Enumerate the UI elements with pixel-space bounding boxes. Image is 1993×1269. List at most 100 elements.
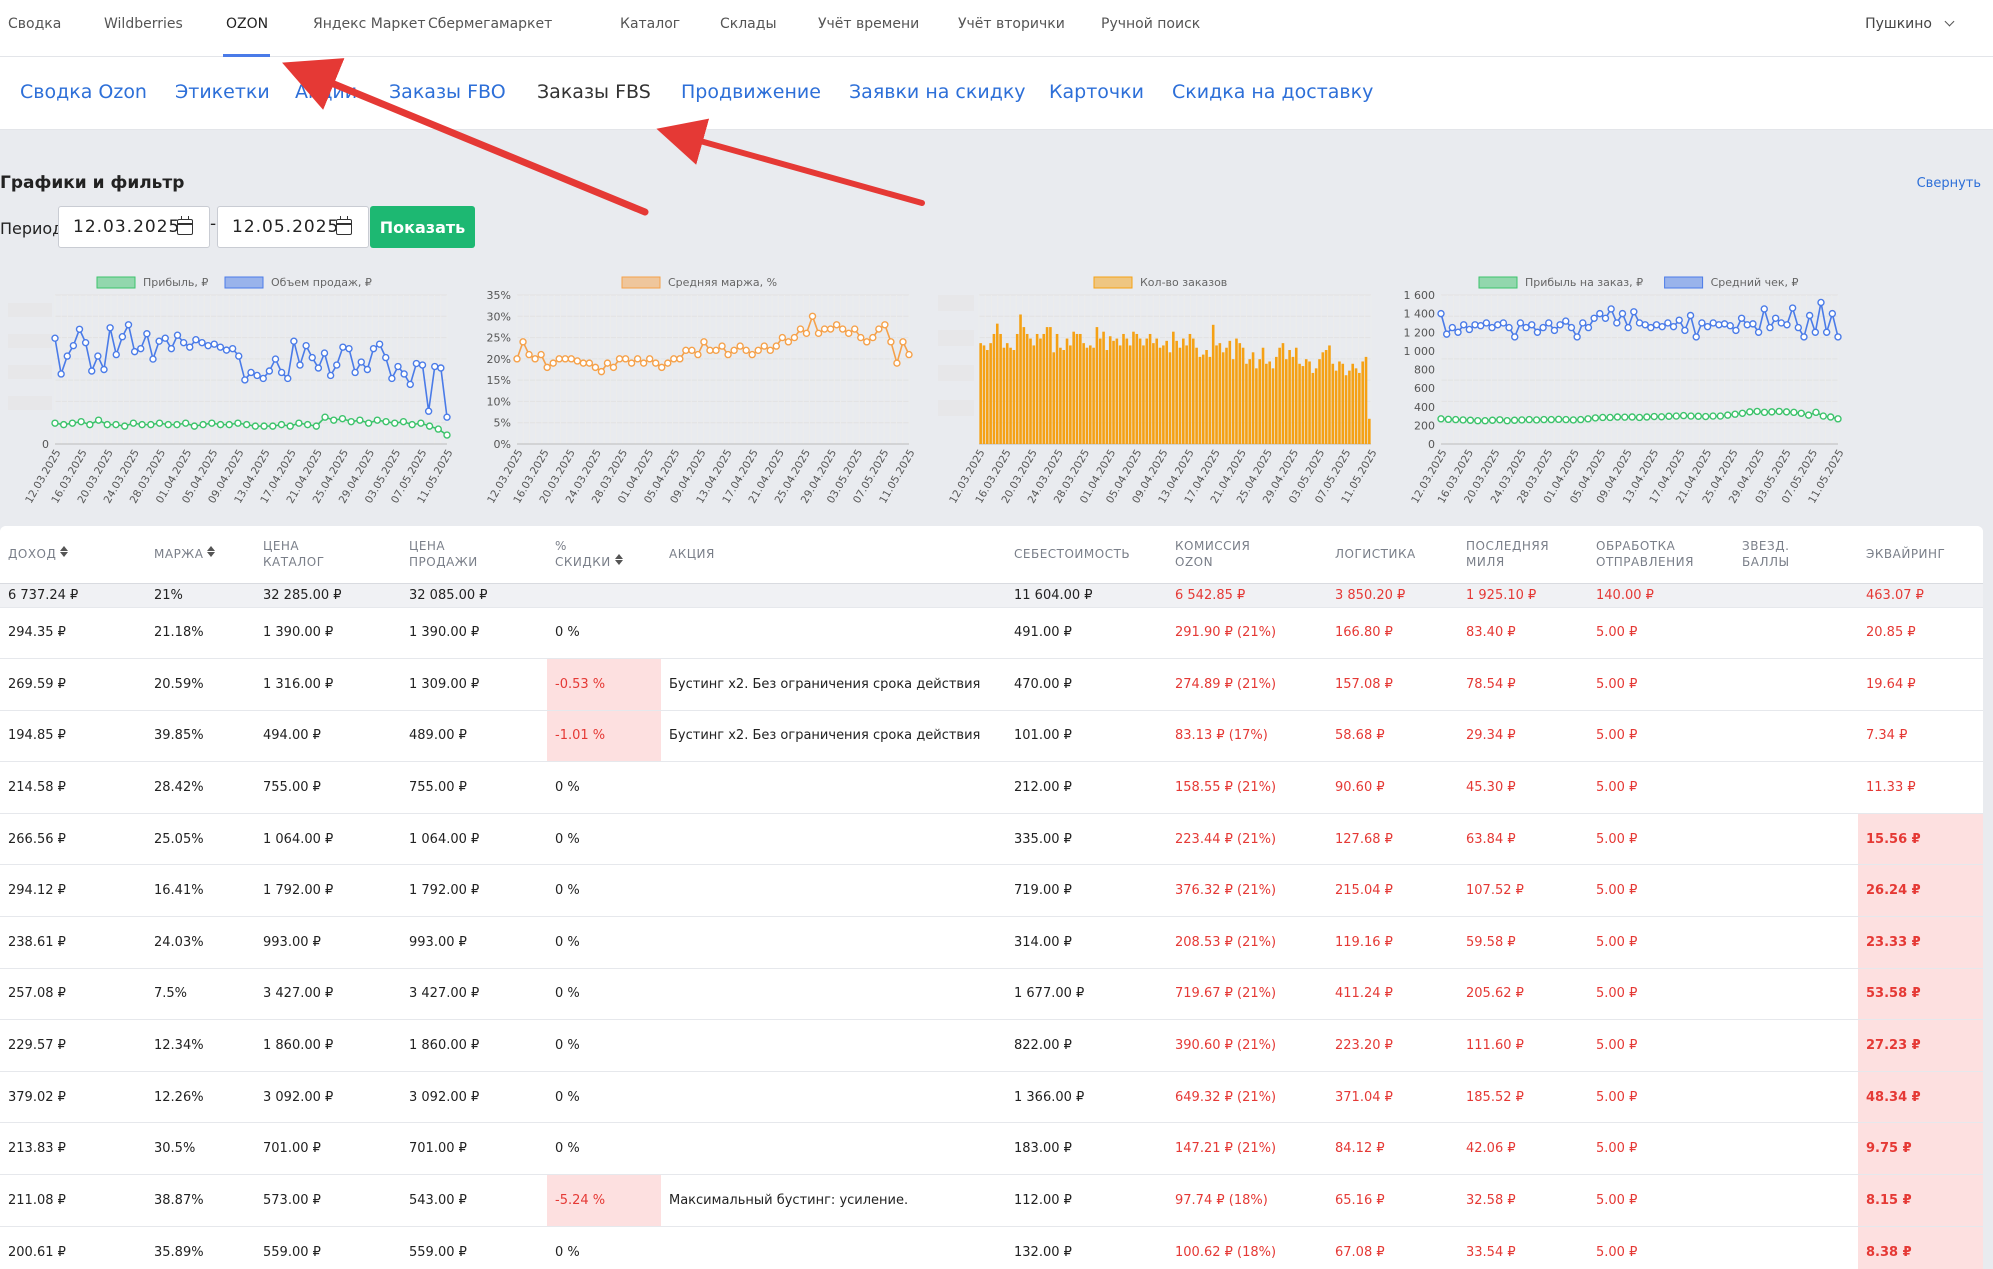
data-point — [1834, 333, 1842, 341]
bar — [1132, 331, 1135, 444]
data-point — [1732, 326, 1740, 335]
data-point — [333, 361, 341, 369]
calendar-icon[interactable] — [177, 216, 193, 235]
y-tick-label: 1 000 — [1404, 345, 1436, 358]
data-point — [418, 361, 427, 369]
data-point — [269, 422, 277, 430]
tab-3[interactable]: Яндекс Маркет — [313, 16, 426, 32]
tab-0[interactable]: Сводка — [8, 16, 61, 32]
bar — [1125, 338, 1129, 444]
tab-8[interactable]: Учёт вторички — [958, 16, 1065, 32]
bar — [1225, 347, 1228, 444]
bar — [1311, 372, 1315, 444]
tab-2[interactable]: OZON — [226, 16, 268, 32]
tab-4[interactable]: Сбермегамаркет — [428, 16, 552, 32]
blurred-y-label — [8, 365, 52, 379]
y-tick-label: 1 600 — [1404, 289, 1436, 302]
date-to-input[interactable]: 12.05.2025 — [217, 206, 369, 248]
legend-item[interactable]: Кол-во заказов — [1093, 276, 1227, 289]
column-header-4[interactable]: % СКИДКИ — [547, 526, 661, 583]
column-header-label: МАРЖА — [154, 547, 204, 562]
subtab-0[interactable]: Сводка Ozon — [20, 81, 147, 103]
data-point — [75, 325, 84, 333]
section-title: Графики и фильтр — [0, 173, 185, 193]
subtab-7[interactable]: Карточки — [1049, 81, 1144, 103]
tab-6[interactable]: Склады — [720, 16, 777, 32]
tab-5[interactable]: Каталог — [620, 16, 680, 32]
data-point — [1760, 305, 1768, 313]
table-row: 379.02 ₽12.26% 3 092.00 ₽3 092.00 ₽0 % 1 3… — [0, 1070, 1983, 1123]
legend-label: Объем продаж, ₽ — [271, 276, 372, 289]
cell-3: 543.00 ₽ — [401, 1174, 547, 1227]
sort-icon[interactable] — [60, 546, 69, 558]
column-header-0[interactable]: ДОХОД — [0, 526, 146, 583]
legend-item[interactable]: Прибыль, ₽ — [96, 276, 208, 289]
sort-icon[interactable] — [207, 546, 216, 558]
tab-9[interactable]: Ручной поиск — [1101, 16, 1200, 32]
data-point — [112, 350, 120, 359]
data-point — [186, 343, 194, 351]
data-point — [1459, 416, 1467, 424]
subtab-1[interactable]: Этикетки — [175, 81, 270, 103]
data-point — [1753, 407, 1761, 416]
data-point — [1518, 416, 1526, 424]
data-point — [190, 422, 199, 430]
column-header-label: КОМИССИЯ — [1175, 539, 1251, 554]
data-point — [760, 342, 768, 350]
subtab-6[interactable]: Заявки на скидку — [849, 81, 1026, 103]
data-point — [321, 413, 329, 421]
data-point — [100, 365, 108, 374]
legend-label: Средняя маржа, % — [668, 276, 777, 289]
data-point — [1790, 408, 1798, 417]
data-point — [51, 334, 59, 342]
data-point — [567, 355, 575, 363]
cell-2: 1 390.00 ₽ — [255, 606, 401, 659]
column-header-1[interactable]: МАРЖА — [146, 526, 255, 583]
subtab-8[interactable]: Скидка на доставку — [1172, 81, 1373, 103]
tab-7[interactable]: Учёт времени — [818, 16, 919, 32]
subtab-3[interactable]: Заказы FBO — [389, 81, 506, 103]
bar — [1328, 345, 1331, 444]
sort-icon[interactable] — [614, 554, 623, 566]
data-point — [399, 417, 408, 426]
bar — [1348, 370, 1351, 444]
data-point — [1437, 415, 1445, 423]
data-point — [905, 350, 913, 359]
subtab-5[interactable]: Продвижение — [681, 81, 821, 103]
cell-8: 84.12 ₽ — [1327, 1122, 1458, 1175]
city-selector[interactable]: Пушкино — [1865, 16, 1955, 32]
data-point — [639, 359, 648, 367]
data-point — [802, 329, 811, 338]
collapse-link[interactable]: Свернуть — [1917, 176, 1981, 191]
date-from-input[interactable]: 12.03.2025 — [58, 206, 210, 248]
data-point — [1771, 314, 1780, 322]
data-point — [51, 419, 59, 427]
bar — [1055, 333, 1059, 444]
y-tick-label: 35% — [487, 289, 511, 302]
data-point — [513, 355, 521, 363]
cell-1: 24.03% — [146, 916, 255, 969]
subtab-4[interactable]: Заказы FBS — [537, 81, 651, 103]
show-button[interactable]: Показать — [370, 206, 475, 248]
legend-item[interactable]: Прибыль на заказ, ₽ — [1478, 276, 1643, 289]
legend-item[interactable]: Объем продаж, ₽ — [224, 276, 372, 289]
subtab-2[interactable]: Акции — [295, 81, 357, 103]
blurred-y-label — [938, 365, 974, 381]
legend-swatch — [1478, 276, 1518, 289]
data-point — [1737, 314, 1746, 322]
cell-11 — [1734, 1225, 1858, 1269]
tab-1[interactable]: Wildberries — [104, 16, 183, 32]
cell-0: 211.08 ₽ — [0, 1174, 146, 1227]
data-point — [1624, 323, 1632, 332]
bar — [1231, 359, 1235, 444]
bar — [1102, 331, 1105, 444]
legend-item[interactable]: Средний чек, ₽ — [1664, 276, 1799, 289]
calendar-icon[interactable] — [336, 216, 352, 235]
legend-item[interactable]: Средняя маржа, % — [621, 276, 777, 289]
data-point — [400, 370, 408, 378]
data-point — [277, 368, 286, 377]
data-point — [1749, 320, 1757, 328]
data-point — [375, 340, 384, 348]
bar — [1108, 336, 1112, 444]
data-point — [1822, 328, 1831, 336]
